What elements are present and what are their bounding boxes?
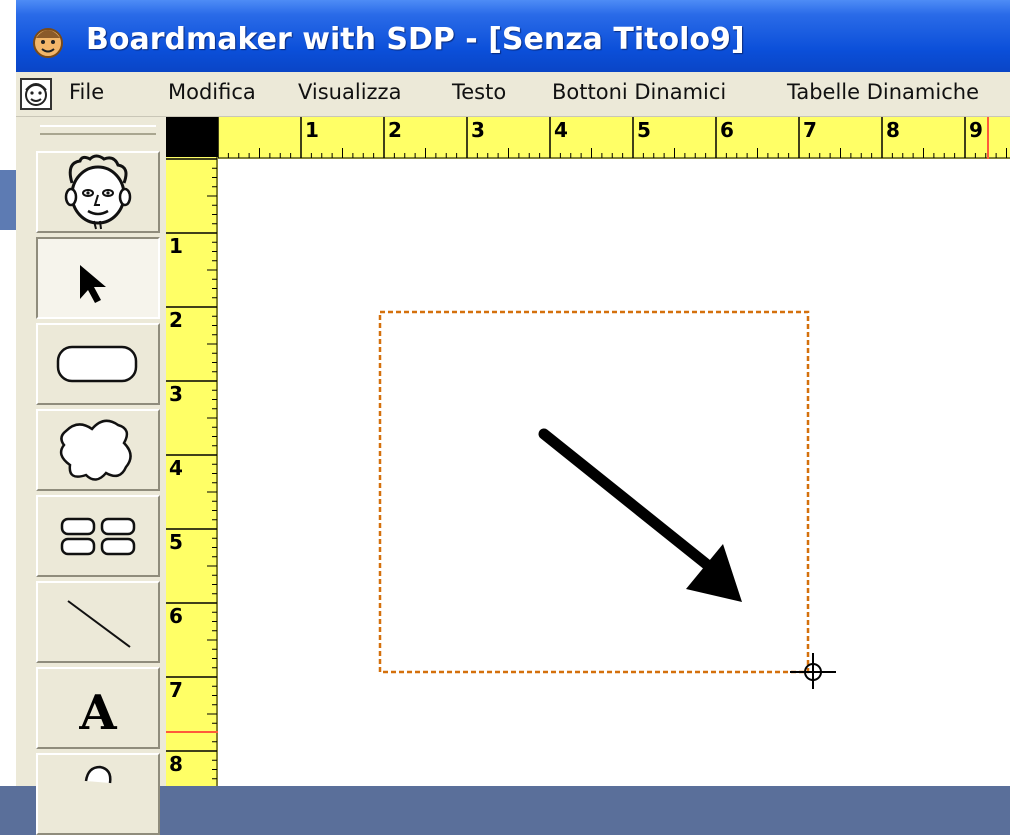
tool-color[interactable]	[36, 753, 160, 835]
h-ruler-label: 2	[388, 118, 402, 142]
text-a-icon: A	[78, 685, 117, 741]
pointer-arrow-icon	[80, 265, 106, 303]
menu-tabelle-dinamiche[interactable]: Tabelle Dinamiche	[787, 80, 979, 104]
title-bar[interactable]: Boardmaker with SDP - [Senza Titolo9]	[16, 0, 1010, 72]
window-title: Boardmaker with SDP - [Senza Titolo9]	[86, 22, 745, 57]
v-ruler-label: 5	[169, 530, 183, 554]
h-ruler-label: 5	[637, 118, 651, 142]
tool-button[interactable]	[36, 323, 160, 405]
ruler-corner	[166, 117, 218, 157]
boardmaker-app-icon[interactable]	[30, 24, 66, 60]
v-ruler-label: 8	[169, 752, 183, 776]
line-icon	[67, 600, 131, 648]
menu-bottoni-dinamici[interactable]: Bottoni Dinamici	[552, 80, 726, 104]
tool-pointer[interactable]	[36, 237, 160, 319]
h-ruler-label: 6	[720, 118, 734, 142]
face-icon	[64, 154, 132, 230]
rounded-rectangle-icon	[56, 345, 138, 383]
h-ruler-label: 4	[554, 118, 568, 142]
svg-text:A: A	[78, 685, 117, 741]
h-ruler-label: 7	[803, 118, 817, 142]
v-ruler-label: 7	[169, 678, 183, 702]
menu-testo[interactable]: Testo	[452, 80, 506, 104]
menu-visualizza[interactable]: Visualizza	[298, 80, 401, 104]
horizontal-ruler: 1 2 3 4 5 6 7 8 9	[217, 117, 1010, 159]
annotation-arrow	[538, 428, 742, 602]
v-ruler-label: 3	[169, 382, 183, 406]
board-canvas[interactable]	[218, 159, 1010, 786]
tool-freeform[interactable]	[36, 409, 160, 491]
h-ruler-label: 9	[969, 118, 983, 142]
v-ruler-label: 1	[169, 234, 183, 258]
selection-rectangle[interactable]	[378, 310, 810, 674]
h-ruler-label: 8	[886, 118, 900, 142]
crosshair-cursor-icon	[790, 653, 836, 689]
freeform-shape-icon	[59, 419, 132, 481]
vertical-ruler: 1 2 3 4 5 6 7 8	[166, 157, 218, 786]
paint-icon	[84, 765, 112, 784]
app-window: Boardmaker with SDP - [Senza Titolo9] Fi…	[16, 0, 1010, 835]
v-ruler-label: 6	[169, 604, 183, 628]
tool-symbol-finder[interactable]	[36, 151, 160, 233]
menu-modifica[interactable]: Modifica	[168, 80, 256, 104]
v-ruler-label: 2	[169, 308, 183, 332]
document-face-icon[interactable]	[20, 78, 52, 110]
tool-palette: A	[32, 117, 167, 835]
h-ruler-label: 3	[471, 118, 485, 142]
h-ruler-label: 1	[305, 118, 319, 142]
tool-line[interactable]	[36, 581, 160, 663]
menu-file[interactable]: File	[69, 80, 104, 104]
button-grid-icon	[60, 517, 136, 556]
tool-button-sequence[interactable]	[36, 495, 160, 577]
tool-text[interactable]: A	[36, 667, 160, 749]
palette-grip[interactable]	[40, 125, 156, 135]
menu-bar: File Modifica Visualizza Testo Bottoni D…	[16, 72, 1010, 117]
v-ruler-label: 4	[169, 456, 183, 480]
